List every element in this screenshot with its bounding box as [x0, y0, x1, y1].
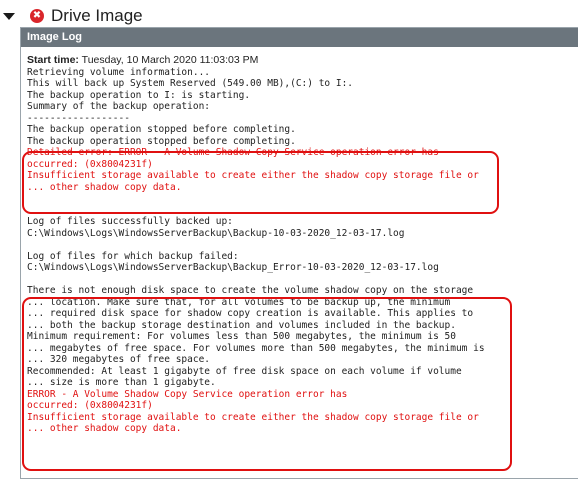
log-line: Minimum requirement: For volumes less th… [27, 331, 456, 342]
log-line: Recommended: At least 1 gigabyte of free… [27, 365, 462, 377]
log-line: ... other shadow copy data. [27, 181, 182, 193]
log-line: Log of files for which backup failed: [27, 250, 239, 262]
drive-image-header[interactable]: ✖ Drive Image [0, 6, 143, 26]
log-line: occurred: (0x8004231f) [27, 400, 153, 411]
log-line: The backup operation stopped before comp… [27, 124, 296, 135]
log-content[interactable]: Start time: Tuesday, 10 March 2020 11:03… [21, 47, 578, 435]
image-log-panel: Image Log Start time: Tuesday, 10 March … [20, 27, 578, 479]
log-line: Insufficient storage available to create… [27, 411, 479, 423]
log-line: The backup operation stopped before comp… [27, 135, 296, 147]
log-block-detailed-error: Detailed error: ERROR - A Volume Shadow … [27, 147, 578, 193]
log-line: Detailed error: ERROR - A Volume Shadow … [27, 147, 439, 158]
start-time-line: Start time: Tuesday, 10 March 2020 11:03… [27, 54, 578, 67]
log-block-disk-space-info: There is not enough disk space to create… [27, 285, 578, 389]
log-line: There is not enough disk space to create… [27, 285, 474, 296]
log-line: occurred: (0x8004231f) [27, 158, 153, 170]
log-line: ERROR - A Volume Shadow Copy Service ope… [27, 388, 348, 400]
log-block-failed-log: Log of files for which backup failed: C:\… [27, 251, 578, 274]
log-line: Retrieving volume information... [27, 66, 211, 78]
log-line: ... 320 megabytes of free space. [27, 354, 211, 365]
log-block-error: ERROR - A Volume Shadow Copy Service ope… [27, 389, 578, 435]
log-line: C:\Windows\Logs\WindowsServerBackup\Back… [27, 262, 439, 273]
start-time-value: Tuesday, 10 March 2020 11:03:03 PM [81, 54, 259, 66]
log-line: Log of files successfully backed up: [27, 216, 233, 227]
error-icon: ✖ [30, 9, 44, 23]
log-block-success-log: Log of files successfully backed up: C:\W… [27, 216, 578, 239]
log-line: This will back up System Reserved (549.0… [27, 78, 354, 89]
log-line: ... other shadow copy data. [27, 423, 182, 434]
start-time-label: Start time: [27, 54, 79, 66]
log-line: ... megabytes of free space. For volumes… [27, 342, 485, 354]
log-line: ------------------ [27, 112, 130, 124]
log-line: C:\Windows\Logs\WindowsServerBackup\Back… [27, 227, 405, 239]
section-title: Drive Image [51, 6, 143, 25]
log-line: The backup operation to I: is starting. [27, 89, 251, 101]
log-line: ... required disk space for shadow copy … [27, 308, 474, 319]
log-block-summary: Retrieving volume information... This wil… [27, 67, 578, 148]
panel-title: Image Log [21, 28, 578, 47]
log-line: ... location. Make sure that, for all vo… [27, 296, 451, 308]
log-line: Summary of the backup operation: [27, 101, 211, 112]
log-line: Insufficient storage available to create… [27, 170, 479, 181]
log-line: ... size is more than 1 gigabyte. [27, 377, 216, 388]
log-line: ... both the backup storage destination … [27, 319, 456, 331]
collapse-caret-icon[interactable] [3, 13, 15, 20]
